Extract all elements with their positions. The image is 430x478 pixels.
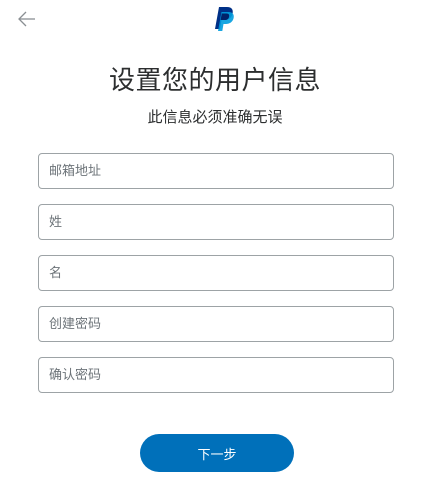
paypal-logo (208, 4, 236, 32)
email-input[interactable] (39, 154, 393, 188)
email-field[interactable] (38, 153, 394, 189)
page-title: 设置您的用户信息 (108, 66, 321, 96)
confirm-password-field[interactable] (38, 357, 394, 393)
password-input[interactable] (39, 307, 393, 341)
paypal-logo-icon (215, 7, 234, 31)
last-name-input[interactable] (39, 205, 393, 239)
last-name-field[interactable] (38, 204, 394, 240)
first-name-field[interactable] (38, 255, 394, 291)
password-field[interactable] (38, 306, 394, 342)
page-subtitle: 此信息必须准确无误 (147, 108, 283, 126)
first-name-input[interactable] (39, 256, 393, 290)
arrow-left-icon (18, 11, 35, 27)
back-button[interactable] (16, 8, 38, 30)
signup-page: 设置您的用户信息 此信息必须准确无误 下一步 (0, 0, 430, 478)
next-button[interactable]: 下一步 (140, 434, 294, 472)
confirm-password-input[interactable] (39, 358, 393, 392)
